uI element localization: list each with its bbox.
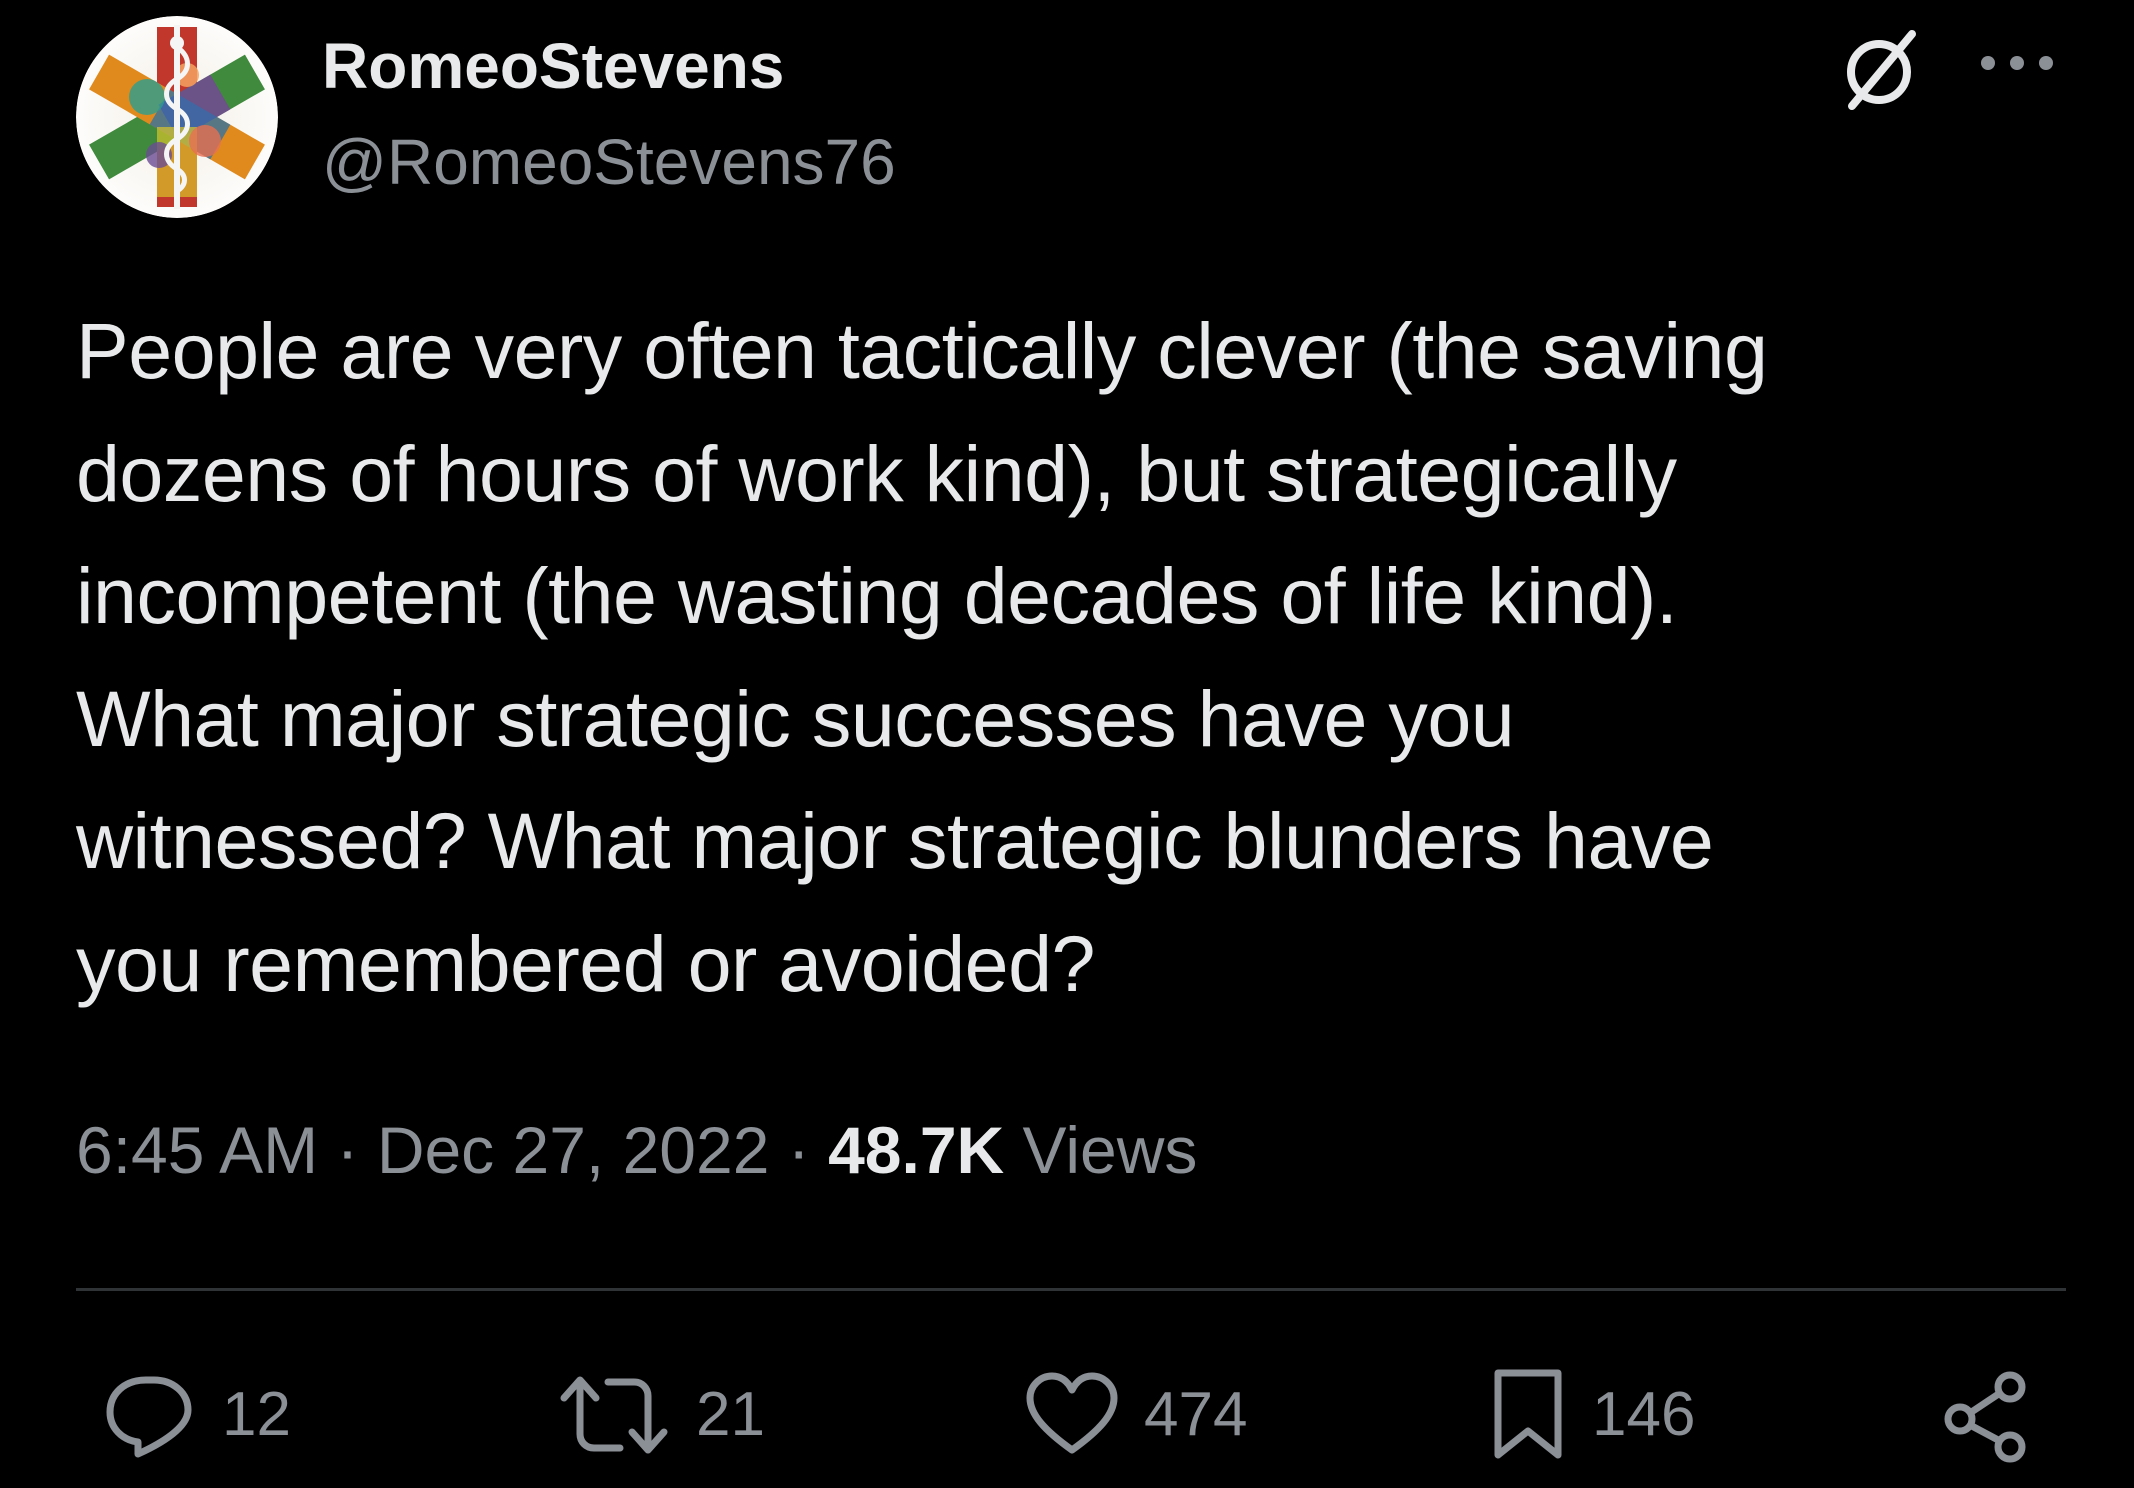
caduceus-star-of-life-avatar — [76, 16, 278, 218]
author-handle[interactable]: @RomeoStevens76 — [322, 124, 896, 200]
bookmark-button[interactable]: 146 — [1488, 1360, 1695, 1470]
more-options-icon[interactable] — [1976, 50, 2058, 76]
reply-icon — [106, 1376, 192, 1458]
share-button[interactable] — [1938, 1360, 2034, 1470]
views-count: 48.7K — [828, 1113, 1005, 1187]
meta-separator: · — [769, 1113, 829, 1187]
tweet-date[interactable]: Dec 27, 2022 — [377, 1113, 770, 1187]
action-bar: 12 21 474 146 — [0, 1360, 2134, 1470]
views-label: Views — [1004, 1113, 1198, 1187]
tweet-meta: 6:45 AM · Dec 27, 2022 · 48.7K Views — [76, 1110, 1197, 1190]
reply-button[interactable]: 12 — [102, 1360, 291, 1470]
author-display-name[interactable]: RomeoStevens — [322, 28, 784, 104]
retweet-count: 21 — [696, 1380, 765, 1449]
author-avatar[interactable] — [76, 16, 278, 218]
divider — [76, 1288, 2066, 1291]
like-button[interactable]: 474 — [1024, 1360, 1247, 1470]
empty-set-icon — [1847, 30, 1916, 110]
retweet-button[interactable]: 21 — [556, 1360, 765, 1470]
share-icon — [1944, 1371, 2026, 1463]
reply-count: 12 — [222, 1380, 291, 1449]
meta-separator: · — [318, 1113, 377, 1187]
tweet-detail: RomeoStevens @RomeoStevens76 People are … — [0, 0, 2134, 1488]
tweet-time[interactable]: 6:45 AM — [76, 1113, 318, 1187]
retweet-icon — [560, 1376, 668, 1454]
bookmark-count: 146 — [1592, 1380, 1696, 1449]
heart-icon — [1026, 1372, 1118, 1454]
tweet-text: People are very often tactically clever … — [76, 306, 1768, 1008]
like-count: 474 — [1144, 1380, 1248, 1449]
bookmark-icon — [1494, 1369, 1562, 1459]
